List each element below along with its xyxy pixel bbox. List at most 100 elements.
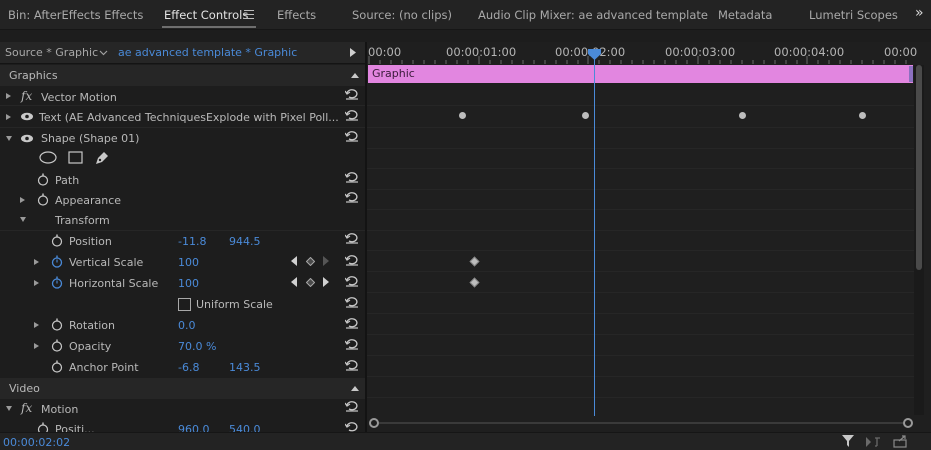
- tab-effects[interactable]: Effects: [277, 8, 316, 22]
- expand-arrow-icon[interactable]: [34, 322, 39, 328]
- prev-keyframe-icon[interactable]: [291, 277, 298, 287]
- chevron-down-icon[interactable]: [99, 50, 108, 56]
- reset-icon[interactable]: [345, 338, 359, 350]
- zoom-handle-right[interactable]: [903, 418, 913, 428]
- keyframe-dot[interactable]: [859, 112, 866, 119]
- graphic-clip-bar[interactable]: Graphic: [368, 65, 913, 83]
- loop-audio-icon[interactable]: [866, 436, 882, 448]
- expand-arrow-icon[interactable]: [6, 93, 11, 99]
- rectangle-mask-icon[interactable]: [68, 151, 83, 164]
- export-icon[interactable]: [893, 435, 909, 448]
- keyframe-dot[interactable]: [459, 112, 466, 119]
- reset-icon[interactable]: [345, 421, 359, 432]
- position-y-value[interactable]: 944.5: [229, 235, 261, 248]
- playhead-line[interactable]: [594, 58, 595, 416]
- next-keyframe-icon[interactable]: [323, 277, 330, 287]
- reset-icon[interactable]: [345, 296, 359, 308]
- collapse-up-icon[interactable]: [351, 73, 359, 78]
- clip-end-handle[interactable]: [909, 66, 913, 82]
- opacity-value[interactable]: 70.0 %: [178, 340, 216, 353]
- ruler-timecode: 00:00:04:00: [774, 45, 845, 59]
- reset-icon[interactable]: [345, 191, 359, 203]
- reset-icon[interactable]: [345, 275, 359, 287]
- tab-source[interactable]: Source: (no clips): [352, 8, 452, 22]
- appearance-label: Appearance: [55, 194, 122, 207]
- next-keyframe-icon[interactable]: [323, 256, 330, 266]
- motion-label: Motion: [41, 403, 79, 416]
- motion-position-x-value[interactable]: 960.0: [178, 423, 210, 432]
- reset-icon[interactable]: [345, 171, 359, 183]
- keyframe-timeline[interactable]: [367, 42, 931, 432]
- keyframe-dot[interactable]: [739, 112, 746, 119]
- add-keyframe-icon[interactable]: [306, 257, 315, 266]
- eye-icon[interactable]: [20, 112, 34, 121]
- vertical-scrollbar[interactable]: [914, 65, 924, 415]
- stopwatch-icon[interactable]: [51, 339, 63, 352]
- keyframe-dot[interactable]: [582, 112, 589, 119]
- horizontal-scale-value[interactable]: 100: [178, 277, 199, 290]
- position-x-value[interactable]: -11.8: [178, 235, 206, 248]
- zoom-handle-left[interactable]: [369, 418, 379, 428]
- pen-tool-icon[interactable]: [94, 150, 110, 165]
- ellipse-mask-icon[interactable]: [39, 151, 57, 164]
- expand-arrow-icon[interactable]: [34, 259, 39, 265]
- collapse-arrow-icon[interactable]: [20, 217, 26, 222]
- stopwatch-icon[interactable]: [51, 360, 63, 373]
- ruler-timecode: 00:00:01:00: [446, 45, 517, 59]
- prev-keyframe-icon[interactable]: [291, 256, 298, 266]
- panel-menu-icon[interactable]: [244, 10, 254, 19]
- stopwatch-icon[interactable]: [51, 318, 63, 331]
- collapse-up-icon[interactable]: [351, 386, 359, 391]
- rotation-value[interactable]: 0.0: [178, 319, 196, 332]
- tab-bin[interactable]: Bin: AfterEffects Effects: [8, 8, 143, 22]
- clipped-row: Positi... 960.0 540.0: [0, 419, 365, 432]
- tab-audio-clip-mixer[interactable]: Audio Clip Mixer: ae advanced template: [478, 8, 708, 22]
- graphics-section-label: Graphics: [9, 69, 58, 82]
- status-bar: 00:00:02:02: [0, 432, 931, 450]
- timeline-row-divider: [367, 209, 914, 210]
- current-timecode[interactable]: 00:00:02:02: [3, 436, 70, 449]
- video-section-header: Video: [0, 378, 365, 399]
- add-keyframe-icon[interactable]: [306, 278, 315, 287]
- expand-arrow-icon[interactable]: [34, 343, 39, 349]
- expand-arrow-icon[interactable]: [6, 114, 11, 120]
- play-triangle-icon[interactable]: [350, 48, 357, 57]
- filter-icon[interactable]: [842, 435, 856, 448]
- video-section-label: Video: [9, 382, 40, 395]
- stopwatch-active-icon[interactable]: [51, 276, 63, 289]
- tab-effect-controls[interactable]: Effect Controls: [164, 8, 248, 22]
- zoom-track[interactable]: [379, 422, 903, 424]
- reset-icon[interactable]: [345, 88, 359, 100]
- expand-arrow-icon[interactable]: [20, 197, 25, 203]
- stopwatch-icon[interactable]: [37, 193, 49, 206]
- expand-arrow-icon[interactable]: [34, 280, 39, 286]
- tab-metadata[interactable]: Metadata: [718, 8, 772, 22]
- stopwatch-icon[interactable]: [37, 173, 49, 186]
- zoom-scrollbar[interactable]: [368, 418, 914, 429]
- collapse-arrow-icon[interactable]: [6, 136, 12, 141]
- reset-icon[interactable]: [345, 317, 359, 329]
- reset-icon[interactable]: [345, 130, 359, 142]
- vertical-scale-value[interactable]: 100: [178, 256, 199, 269]
- anchor-point-y-value[interactable]: 143.5: [229, 361, 261, 374]
- eye-icon[interactable]: [20, 134, 34, 143]
- reset-icon[interactable]: [345, 400, 359, 412]
- reset-icon[interactable]: [345, 254, 359, 266]
- anchor-point-x-value[interactable]: -6.8: [178, 361, 199, 374]
- fx-icon[interactable]: fx: [21, 89, 32, 103]
- reset-icon[interactable]: [345, 359, 359, 371]
- panel-tab-bar: Bin: AfterEffects Effects Effect Control…: [0, 0, 931, 30]
- reset-icon[interactable]: [345, 109, 359, 121]
- stopwatch-icon[interactable]: [37, 422, 49, 432]
- scrollbar-thumb[interactable]: [916, 65, 922, 270]
- motion-position-y-value[interactable]: 540.0: [229, 423, 261, 432]
- stopwatch-icon[interactable]: [51, 234, 63, 247]
- uniform-scale-checkbox[interactable]: [178, 298, 191, 311]
- sequence-dropdown[interactable]: ae advanced template * Graphic: [118, 46, 297, 59]
- reset-icon[interactable]: [345, 232, 359, 244]
- stopwatch-active-icon[interactable]: [51, 255, 63, 268]
- tab-lumetri-scopes[interactable]: Lumetri Scopes: [809, 8, 898, 22]
- fx-icon[interactable]: fx: [21, 401, 32, 415]
- double-chevron-right-icon[interactable]: »: [915, 5, 924, 21]
- collapse-arrow-icon[interactable]: [6, 406, 12, 411]
